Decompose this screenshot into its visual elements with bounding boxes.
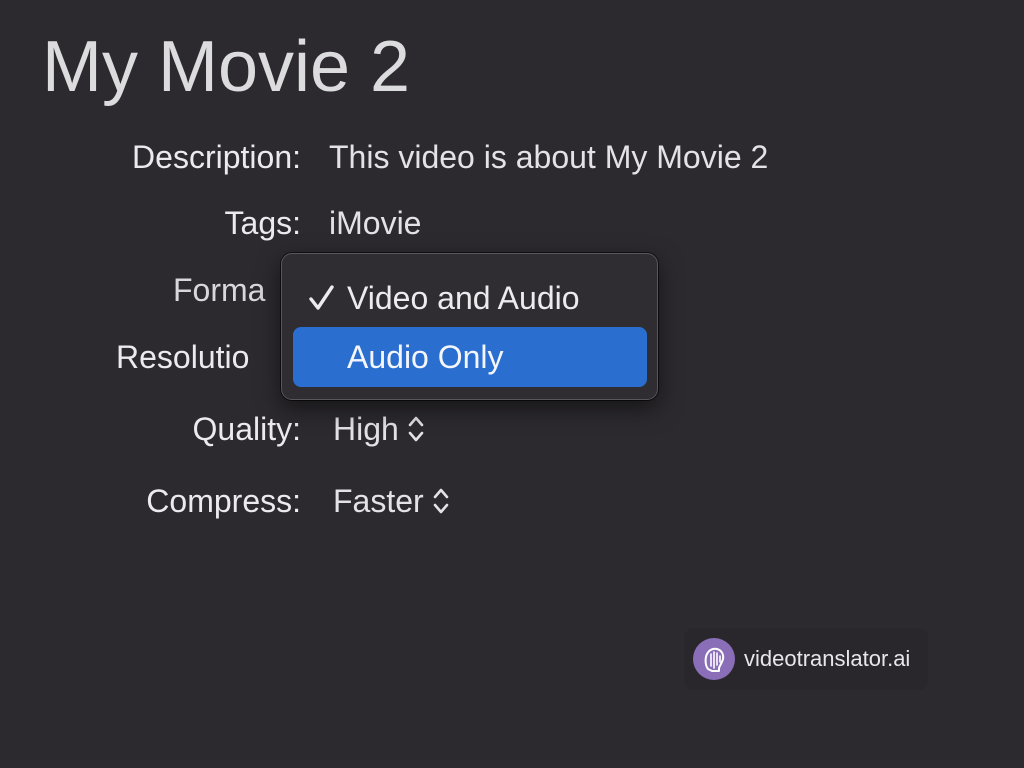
tags-field[interactable]: iMovie <box>329 203 421 243</box>
menu-item-label: Video and Audio <box>347 280 580 316</box>
format-dropdown-menu: Video and Audio Audio Only <box>281 253 658 400</box>
compress-label: Compress: <box>146 483 301 519</box>
format-label: Forma <box>173 272 266 308</box>
menu-item-label: Audio Only <box>347 339 504 375</box>
menu-item-video-and-audio[interactable]: Video and Audio <box>293 268 647 328</box>
compress-select[interactable]: Faster <box>333 481 450 521</box>
videotranslator-logo-icon <box>693 638 735 680</box>
tags-label: Tags: <box>224 205 301 241</box>
page-title: My Movie 2 <box>42 27 411 107</box>
description-label: Description: <box>132 139 301 175</box>
updown-chevron-icon <box>432 486 450 516</box>
resolution-label: Resolutio <box>116 339 250 375</box>
compress-select-value: Faster <box>333 483 424 519</box>
quality-select[interactable]: High <box>333 409 425 449</box>
watermark-badge: videotranslator.ai <box>684 628 928 690</box>
quality-label: Quality: <box>192 411 301 447</box>
watermark-text: videotranslator.ai <box>744 646 911 671</box>
quality-select-value: High <box>333 411 399 447</box>
updown-chevron-icon <box>407 414 425 444</box>
checkmark-icon <box>307 268 337 328</box>
description-field[interactable]: This video is about My Movie 2 <box>329 137 768 177</box>
menu-item-audio-only[interactable]: Audio Only <box>293 327 647 387</box>
